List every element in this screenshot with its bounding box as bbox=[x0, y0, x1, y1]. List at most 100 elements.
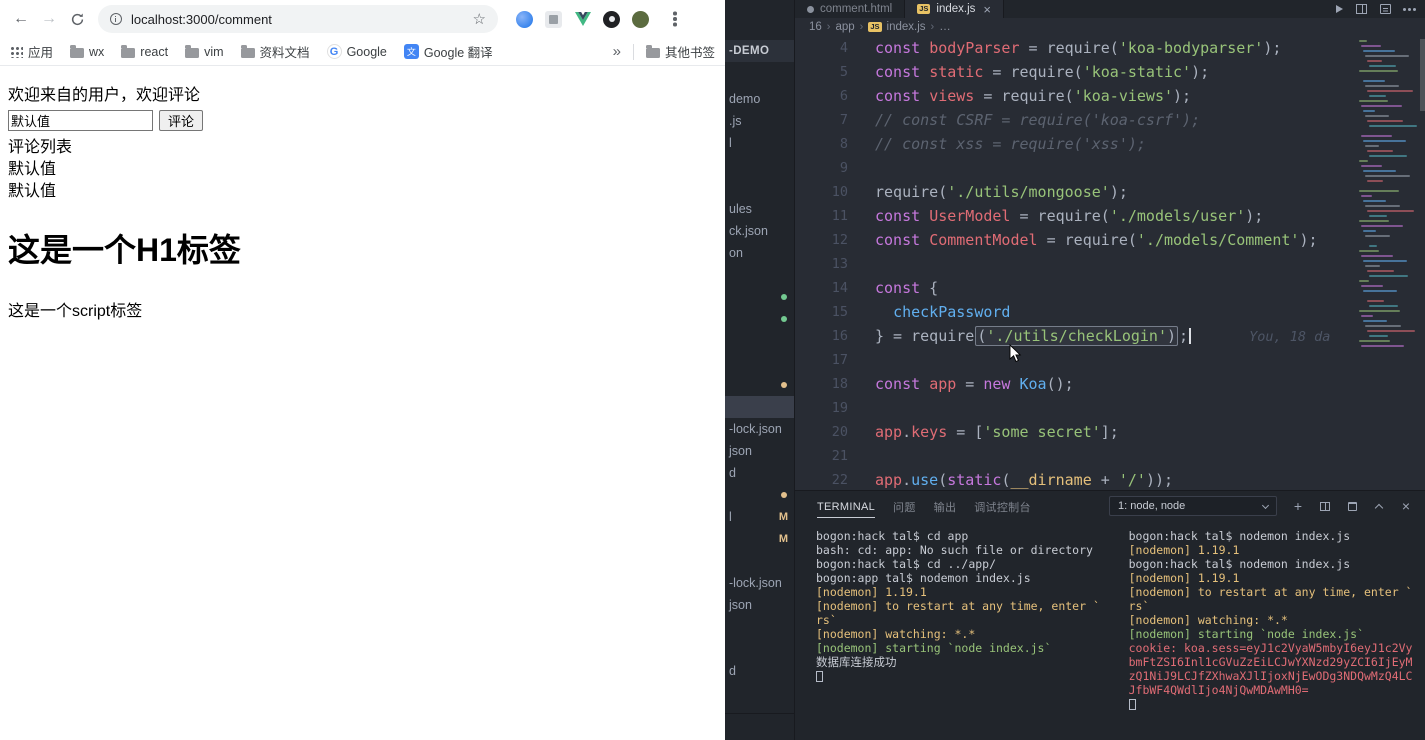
code-line[interactable]: 12 const CommentModel = require('./models… bbox=[795, 228, 1425, 252]
code-line[interactable]: 10 require('./utils/mongoose'); bbox=[795, 180, 1425, 204]
bookmark-item-应用[interactable]: 应用 bbox=[10, 42, 53, 61]
forward-button[interactable]: → bbox=[36, 6, 62, 32]
minimap[interactable] bbox=[1359, 40, 1419, 355]
close-icon[interactable]: × bbox=[983, 2, 991, 17]
bookmark-item-vim[interactable]: vim bbox=[185, 45, 224, 59]
bookmark-item-Google[interactable]: G Google bbox=[326, 44, 387, 59]
close-panel-button[interactable]: × bbox=[1399, 498, 1413, 514]
panel-tab-输出[interactable]: 输出 bbox=[934, 493, 957, 519]
panel-tab-TERMINAL[interactable]: TERMINAL bbox=[817, 495, 876, 518]
breadcrumb-item[interactable]: app bbox=[835, 21, 854, 33]
blue-circle-extension-icon[interactable] bbox=[516, 10, 533, 28]
sidebar-file-row[interactable]: M bbox=[725, 528, 794, 550]
sidebar-file-row[interactable]: d bbox=[725, 660, 794, 682]
sidebar-file-row[interactable] bbox=[725, 682, 794, 704]
terminal-pane-left: bogon:hack tal$ cd app bash: cd: app: No … bbox=[795, 529, 1123, 740]
bookmark-item-资料文档[interactable]: 资料文档 bbox=[240, 42, 310, 61]
sidebar-file-row[interactable]: ck.json bbox=[725, 220, 794, 242]
chrome-menu-button[interactable] bbox=[663, 7, 687, 31]
sidebar-file-row[interactable] bbox=[725, 176, 794, 198]
terminal-selector[interactable]: 1: node, node bbox=[1109, 496, 1277, 516]
sidebar-file-row[interactable] bbox=[725, 330, 794, 352]
code-line[interactable]: 16} = require ('./utils/checkLogin'); You,… bbox=[795, 324, 1425, 348]
line-number: 8 bbox=[839, 136, 848, 152]
bookmark-item-react[interactable]: react bbox=[121, 45, 168, 59]
sidebar-file-row[interactable] bbox=[725, 550, 794, 572]
code-line[interactable]: 13 bbox=[795, 252, 1425, 276]
code-line[interactable]: 21 bbox=[795, 444, 1425, 468]
refresh-button[interactable] bbox=[64, 6, 90, 32]
editor-scrollbar[interactable] bbox=[1420, 39, 1425, 111]
comment-submit-button[interactable]: 评论 bbox=[159, 110, 204, 131]
code-line[interactable]: 4 const bodyParser = require('koa-bodypar… bbox=[795, 36, 1425, 60]
sidebar-file-row[interactable]: json bbox=[725, 594, 794, 616]
terminal-line: [nodemon] 1.19.1 bbox=[1128, 543, 1240, 557]
more-actions-icon[interactable] bbox=[1408, 7, 1411, 11]
sidebar-file-row[interactable]: l bbox=[725, 132, 794, 154]
comment-input[interactable] bbox=[8, 110, 153, 131]
sidebar-file-row[interactable]: demo bbox=[725, 88, 794, 110]
kill-terminal-button[interactable] bbox=[1345, 499, 1359, 513]
sidebar-file-row[interactable]: -lock.json bbox=[725, 418, 794, 440]
back-button[interactable]: ← bbox=[8, 6, 34, 32]
panel-tab-问题[interactable]: 问题 bbox=[893, 493, 916, 519]
sidebar-file-row[interactable]: .js bbox=[725, 110, 794, 132]
sidebar-file-row[interactable] bbox=[725, 396, 794, 418]
sidebar-file-row[interactable] bbox=[725, 352, 794, 374]
gray-square-extension-icon[interactable] bbox=[545, 10, 562, 28]
bookmarks-overflow-chevron[interactable]: » bbox=[613, 43, 621, 60]
code-line[interactable]: 11 const UserModel = require('./models/us… bbox=[795, 204, 1425, 228]
breadcrumb-more[interactable]: … bbox=[939, 21, 951, 33]
address-bar[interactable]: localhost:3000/comment ☆ bbox=[98, 5, 498, 33]
panel-tab-调试控制台[interactable]: 调试控制台 bbox=[974, 493, 1031, 519]
bookmark-item-Google 翻译[interactable]: 文 Google 翻译 bbox=[403, 42, 493, 61]
breadcrumb-item[interactable]: 16 bbox=[809, 21, 822, 33]
split-terminal-button[interactable] bbox=[1318, 499, 1332, 513]
bookmark-star-icon[interactable]: ☆ bbox=[473, 10, 486, 28]
dark-extension-icon[interactable] bbox=[603, 10, 620, 28]
code-line[interactable]: 19 bbox=[795, 396, 1425, 420]
editor-tab-index.js[interactable]: JS index.js × bbox=[905, 0, 1004, 18]
profile-avatar-icon[interactable] bbox=[632, 10, 649, 28]
sidebar-file-row[interactable] bbox=[725, 638, 794, 660]
bookmark-item-wx[interactable]: wx bbox=[70, 45, 104, 59]
sidebar-file-row[interactable]: json bbox=[725, 440, 794, 462]
code-line[interactable]: 7// const CSRF = require('koa-csrf'); bbox=[795, 108, 1425, 132]
site-info-icon[interactable] bbox=[110, 13, 122, 25]
sidebar-file-row[interactable]: lM bbox=[725, 506, 794, 528]
code-line[interactable]: 20 app.keys = ['some secret']; bbox=[795, 420, 1425, 444]
run-icon[interactable] bbox=[1336, 5, 1343, 13]
sidebar-file-row[interactable] bbox=[725, 484, 794, 506]
screen: ← → localhost:3000/comment ☆ 应用 wx react vi… bbox=[0, 0, 1425, 740]
vue-devtools-icon[interactable] bbox=[574, 11, 591, 28]
code-line[interactable]: 6 const views = require('koa-views'); bbox=[795, 84, 1425, 108]
other-bookmarks-button[interactable]: 其他书签 bbox=[645, 42, 715, 61]
code-line[interactable]: 22 app.use(static(__dirname + '/')); bbox=[795, 468, 1425, 490]
sidebar-file-row[interactable]: d bbox=[725, 462, 794, 484]
sidebar-file-row[interactable]: on bbox=[725, 242, 794, 264]
code-line[interactable]: 8// const xss = require('xss'); bbox=[795, 132, 1425, 156]
sidebar-file-row[interactable] bbox=[725, 286, 794, 308]
split-editor-icon[interactable] bbox=[1356, 4, 1367, 14]
sidebar-file-row[interactable] bbox=[725, 308, 794, 330]
terminal-body[interactable]: bogon:hack tal$ cd app bash: cd: app: No … bbox=[795, 521, 1425, 740]
layout-icon[interactable] bbox=[1380, 4, 1391, 14]
code-line[interactable]: 17 bbox=[795, 348, 1425, 372]
sidebar-file-row[interactable] bbox=[725, 154, 794, 176]
code-editor[interactable]: 4 const bodyParser = require('koa-bodypar… bbox=[795, 36, 1425, 490]
sidebar-file-row[interactable] bbox=[725, 264, 794, 286]
new-terminal-button[interactable]: + bbox=[1291, 498, 1305, 514]
maximize-panel-button[interactable] bbox=[1372, 499, 1386, 513]
sidebar-file-row[interactable]: -lock.json bbox=[725, 572, 794, 594]
explorer-project-header[interactable]: -DEMO bbox=[725, 40, 794, 62]
code-line[interactable]: 15 checkPassword bbox=[795, 300, 1425, 324]
code-line[interactable]: 9 bbox=[795, 156, 1425, 180]
sidebar-file-row[interactable] bbox=[725, 616, 794, 638]
editor-tab-comment.html[interactable]: comment.html bbox=[795, 0, 906, 18]
code-line[interactable]: 18 const app = new Koa(); bbox=[795, 372, 1425, 396]
code-line[interactable]: 14 const { bbox=[795, 276, 1425, 300]
code-line[interactable]: 5 const static = require('koa-static'); bbox=[795, 60, 1425, 84]
sidebar-file-row[interactable]: ules bbox=[725, 198, 794, 220]
sidebar-file-row[interactable] bbox=[725, 374, 794, 396]
breadcrumb-file[interactable]: index.js bbox=[887, 21, 926, 33]
